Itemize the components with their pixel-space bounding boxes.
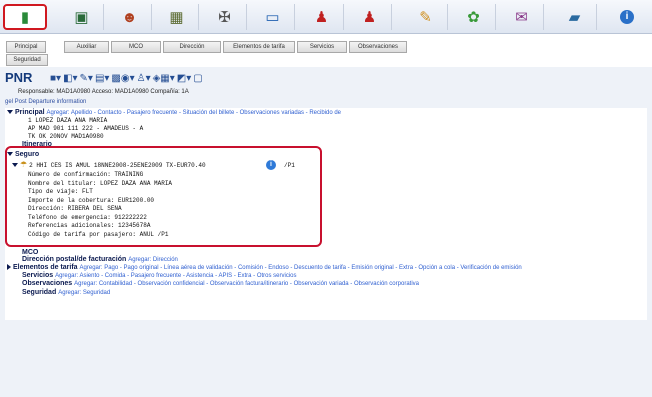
seguro-detail: Teléfono de emergencia: 912222222 — [28, 214, 147, 221]
collapse-arrow-icon[interactable] — [7, 110, 13, 115]
seguro-detail: Importe de la cobertura: EUR1200.00 — [28, 197, 155, 204]
section-seguro: Seguro — [7, 151, 39, 158]
person-icon[interactable]: ☻ — [108, 4, 152, 30]
seguro-segment-suffix: /P1 — [284, 162, 295, 169]
agent-icon[interactable]: ♟ — [300, 4, 344, 30]
refresh-icon[interactable]: ◩▾ — [177, 73, 191, 84]
box-icon[interactable]: ▦ — [155, 4, 199, 30]
seguro-segment: 2 HHI CES IS AMUL 18NNE2008-25ENE2009 TX… — [29, 162, 206, 169]
ticket-icon[interactable]: ✎ — [404, 4, 448, 30]
principal-line-3: TK OK 20NOV MAD1A0980 — [28, 133, 104, 140]
section-direccion: Dirección postal/de facturación Agregar:… — [22, 256, 178, 263]
tab-servicios[interactable]: Servicios — [297, 41, 347, 53]
tools-icon[interactable]: ✿ — [452, 4, 496, 30]
window-icon[interactable]: ▢ — [193, 73, 202, 84]
section-servicios: Servicios Agregar: Asiento - Comida - Pa… — [22, 272, 297, 279]
queue-icon[interactable]: ◈▦▾ — [153, 73, 175, 84]
section-elementos-tarifa: Elementos de tarifa Agregar: Pago - Pago… — [7, 264, 522, 271]
seguro-detail: Dirección: RIBERA DEL SENA — [28, 205, 122, 212]
monitor-icon[interactable]: ▣ — [60, 4, 104, 30]
responsable-line: Responsable: MAD1A0980 Acceso: MAD1A0980… — [18, 89, 189, 95]
principal-line-2: AP MAD 901 111 222 - AMADEUS - A — [28, 125, 144, 132]
tab-direccion[interactable]: Dirección — [163, 41, 221, 53]
user-icon[interactable]: ♙▾ — [137, 73, 151, 84]
tab-principal[interactable]: Principal — [6, 41, 46, 53]
principal-line-1: 1 LOPEZ DAZA ANA MARIA — [28, 117, 108, 124]
tab-observaciones[interactable]: Observaciones — [349, 41, 407, 53]
page-title: PNR — [5, 70, 33, 85]
ticket-action-icon[interactable]: ▩◉▾ — [111, 73, 134, 84]
doc-icon[interactable]: ✉ — [500, 4, 544, 30]
section-seguridad: Seguridad Agregar: Seguridad — [22, 289, 111, 296]
collapse-arrow-icon[interactable] — [12, 163, 18, 168]
car-icon[interactable]: ✠ — [203, 4, 247, 30]
agent2-icon[interactable]: ♟ — [348, 4, 392, 30]
book-icon[interactable]: ▮ — [3, 4, 47, 30]
collapse-arrow-icon[interactable] — [7, 152, 13, 157]
principal-links[interactable]: Agregar: Apellido - Contacto - Pasajero … — [47, 110, 342, 116]
seguro-segment-row: ☂ 2 HHI CES IS AMUL 18NNE2008-25ENE2009 … — [12, 160, 206, 169]
seguro-detail: Código de tarifa por pasajero: ANUL /P1 — [28, 231, 169, 238]
help-icon[interactable]: i — [605, 4, 649, 30]
umbrella-icon: ☂ — [20, 160, 28, 169]
save-icon[interactable]: ■▾ — [50, 73, 61, 84]
new-doc-icon[interactable]: ◧▾ — [63, 73, 77, 84]
info-icon[interactable]: i — [266, 160, 276, 170]
post-departure-link[interactable]: gel Post Departure information — [5, 99, 86, 105]
print-icon[interactable]: ▤▾ — [95, 73, 109, 84]
edit-icon[interactable]: ✎▾ — [80, 73, 93, 84]
principal-label: Principal — [15, 109, 45, 116]
section-principal: Principal Agregar: Apellido - Contacto -… — [7, 109, 341, 116]
expand-arrow-icon[interactable] — [7, 264, 11, 271]
tab-seguridad[interactable]: Seguridad — [6, 54, 48, 66]
tab-elementos-tarifa[interactable]: Elementos de tarifa — [223, 41, 295, 53]
seguro-detail: Nombre del titular: LOPEZ DAZA ANA MARIA — [28, 180, 173, 187]
seguro-detail: Número de confirmación: TRAINING — [28, 171, 144, 178]
bus-icon[interactable]: ▭ — [251, 4, 295, 30]
section-observaciones: Observaciones Agregar: Contabilidad - Ob… — [22, 280, 419, 287]
tab-mco[interactable]: MCO — [111, 41, 161, 53]
seguro-detail: Referencias adicionales: 12345678A — [28, 222, 151, 229]
seguro-detail: Tipo de viaje: FLT — [28, 188, 93, 195]
pnr-toolbar: ■▾ ◧▾ ✎▾ ▤▾ ▩◉▾ ♙▾ ◈▦▾ ◩▾ ▢ — [50, 73, 203, 84]
section-mco: MCO — [22, 249, 39, 256]
chart-icon[interactable]: ▰ — [553, 4, 597, 30]
top-toolbar: ▮ ▣ ☻ ▦ ✠ ▭ ♟ ♟ ✎ ✿ ✉ ▰ i — [0, 0, 652, 34]
tab-auxiliar[interactable]: Auxiliar — [64, 41, 109, 53]
